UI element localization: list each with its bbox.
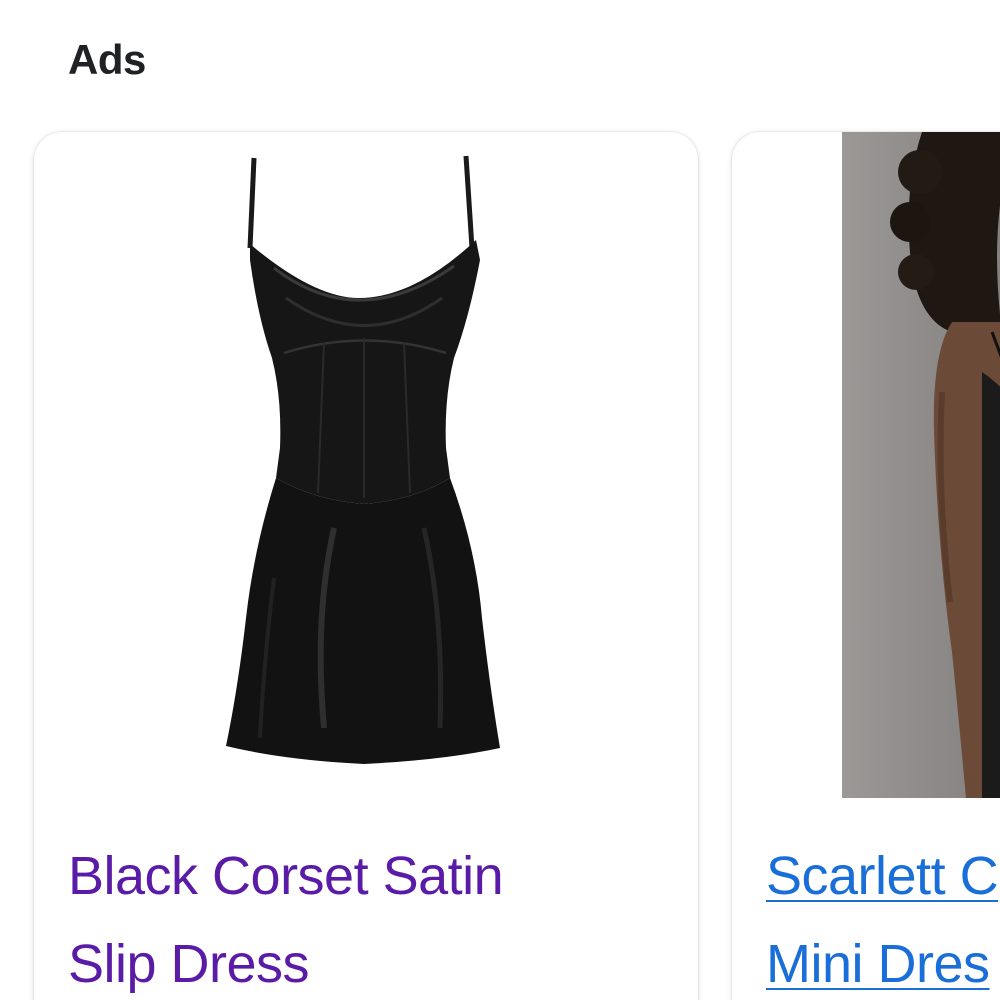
ads-heading: Ads	[68, 36, 146, 83]
product-image[interactable]	[842, 132, 1000, 798]
ad-title-line: Mini Dres	[766, 934, 990, 994]
ad-card[interactable]: Black Corset Satin Slip Dress	[34, 132, 698, 1000]
ad-title-line: Black Corset Satin	[68, 846, 504, 906]
ad-title-link[interactable]: Black Corset Satin Slip Dress	[68, 832, 668, 1000]
ads-carousel: Ads Black Corset Satin Slip Dress Scarle…	[0, 0, 1000, 1000]
ad-card[interactable]: Scarlett C Mini Dres	[732, 132, 1000, 1000]
product-image[interactable]	[214, 148, 514, 788]
ad-title-line: Scarlett C	[766, 846, 999, 906]
ad-title-line: Slip Dress	[68, 934, 310, 994]
ad-title-link[interactable]: Scarlett C Mini Dres	[766, 832, 1000, 1000]
